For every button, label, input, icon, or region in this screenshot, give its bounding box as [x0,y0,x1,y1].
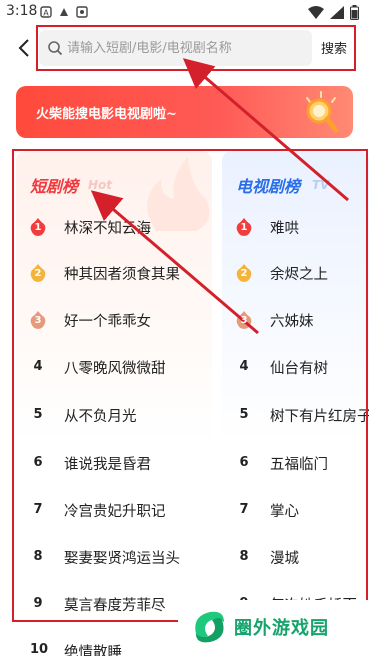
status-time: 3:18 [6,3,38,19]
annotation-box-search [36,25,356,71]
rank-number: 4 [239,359,249,374]
rank-number: 5 [33,407,43,422]
item-title: 树下有片红房子 [270,408,369,425]
item-title: 掌心 [270,503,299,520]
signal-icon [330,6,344,19]
item-title: 绝情散睡 [64,645,122,656]
short-drama-chart-title[interactable]: 短剧榜 [30,173,78,197]
list-item[interactable]: 2 种其因者须食其果 [16,261,212,285]
list-item[interactable]: 1 难哄 [222,215,369,239]
list-item[interactable]: 5 树下有片红房子 [222,403,369,427]
item-title: 八零晚风微微甜 [64,360,166,377]
rank-number: 4 [33,359,43,374]
list-item[interactable]: 3 六姊妹 [222,308,369,332]
tv-chart-panel: 电视剧榜 TV 1 难哄 2 余烬之上 3 六姊妹 4 仙台有树 5 树下有片红… [222,151,369,641]
list-item[interactable]: 10 绝情散睡 [16,641,176,656]
battery-icon [350,5,359,20]
rank-number: 8 [33,549,43,564]
rank-badge-gold: 1 [236,218,252,236]
list-item[interactable]: 1 林深不知云海 [16,215,212,239]
rank-number: 6 [33,455,43,470]
list-item[interactable]: 7 冷宫贵妃升职记 [16,498,212,522]
item-title: 从不负月光 [64,408,137,425]
list-item[interactable]: 5 从不负月光 [16,403,212,427]
rank-number: 8 [239,549,249,564]
item-title: 冷宫贵妃升职记 [64,503,166,520]
rank-number: 9 [33,596,43,611]
rank-badge-bronze: 3 [30,311,46,329]
short-drama-chart-panel: 短剧榜 Hot 1 林深不知云海 2 种其因者须食其果 3 好一个乖乖女 4 八… [16,151,212,641]
rank-number: 10 [30,642,49,656]
magnifier-decoration-icon [306,91,339,133]
item-title: 六姊妹 [270,313,314,330]
item-title: 莫言春度芳菲尽 [64,597,166,614]
item-title: 漫城 [270,550,299,567]
list-item[interactable]: 4 八零晚风微微甜 [16,355,212,379]
watermark: 圈外游戏园 [178,600,369,656]
item-title: 谁说我是昏君 [64,456,151,473]
svg-text:A: A [43,9,49,18]
list-item[interactable]: 6 谁说我是昏君 [16,451,212,475]
item-title: 五福临门 [270,456,328,473]
rank-badge-silver: 2 [30,264,46,282]
list-item[interactable]: 4 仙台有树 [222,355,369,379]
back-arrow-icon[interactable] [14,37,36,59]
item-title: 仙台有树 [270,360,328,377]
rank-badge-silver: 2 [236,264,252,282]
watermark-logo-icon [195,611,224,643]
list-item[interactable]: 8 漫城 [222,545,369,569]
list-item[interactable]: 3 好一个乖乖女 [16,308,212,332]
item-title: 余烬之上 [270,266,328,283]
notification-c-icon [76,6,88,18]
rank-badge-bronze: 3 [236,311,252,329]
watermark-text: 圈外游戏园 [234,618,329,639]
list-item[interactable]: 2 余烬之上 [222,261,369,285]
notification-b-icon [60,8,68,16]
rank-number: 5 [239,407,249,422]
item-title: 林深不知云海 [64,220,151,237]
short-drama-chart-tag: Hot [88,178,113,192]
status-bar: 3:18 A [0,0,369,26]
rank-number: 7 [33,502,43,517]
item-title: 难哄 [270,220,299,237]
tv-chart-tag: TV [312,178,330,192]
notification-a-icon: A [40,6,52,18]
wifi-icon [308,6,324,19]
rank-badge-gold: 1 [30,218,46,236]
banner-text: 火柴能搜电影电视剧啦~ [36,107,177,122]
rank-number: 6 [239,455,249,470]
tv-chart-title[interactable]: 电视剧榜 [236,173,300,197]
item-title: 好一个乖乖女 [64,313,151,330]
item-title: 种其因者须食其果 [64,266,180,283]
list-item[interactable]: 7 掌心 [222,498,369,522]
rank-number: 7 [239,502,249,517]
list-item[interactable]: 6 五福临门 [222,451,369,475]
promo-banner[interactable]: 火柴能搜电影电视剧啦~ [16,86,353,138]
list-item[interactable]: 8 娶妻娶贤鸿运当头 [16,545,212,569]
item-title: 娶妻娶贤鸿运当头 [64,550,180,567]
